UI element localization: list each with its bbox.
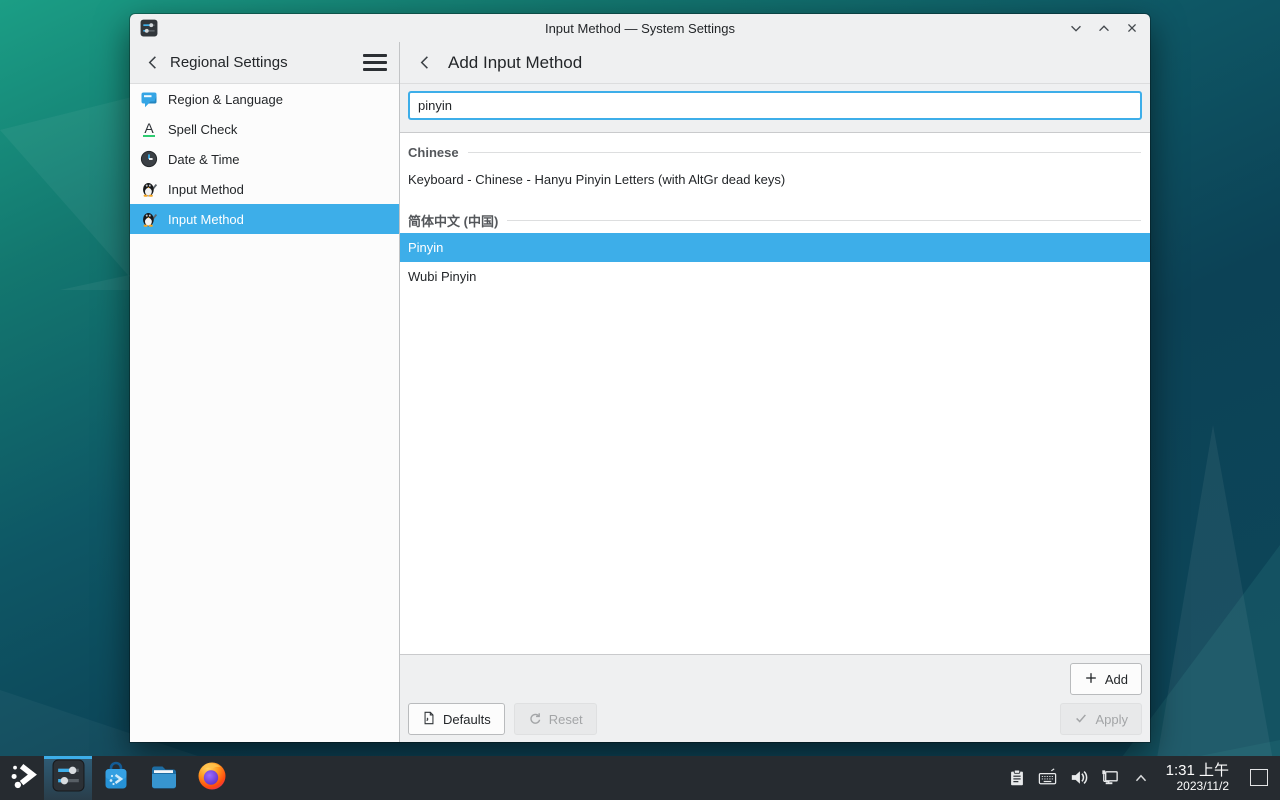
firefox-icon	[196, 760, 228, 797]
sidebar-title: Regional Settings	[170, 54, 288, 71]
clock-date: 2023/11/2	[1166, 780, 1229, 793]
expand-tray-icon[interactable]	[1130, 767, 1152, 789]
show-desktop-button[interactable]	[1250, 769, 1268, 786]
sidebar-item-label: Date & Time	[168, 152, 240, 167]
add-button[interactable]: Add	[1070, 663, 1142, 695]
list-item-keyboard-hanyu-pinyin[interactable]: Keyboard - Chinese - Hanyu Pinyin Letter…	[400, 165, 1150, 194]
input-method-list: Chinese Keyboard - Chinese - Hanyu Pinyi…	[400, 132, 1150, 655]
list-item-pinyin[interactable]: Pinyin	[400, 233, 1150, 262]
application-launcher-icon	[8, 761, 38, 796]
desktop: Input Method — System Settings	[0, 0, 1280, 800]
page-back-button[interactable]	[414, 52, 436, 74]
main-pane: Add Input Method Chinese Keyboard - Chin…	[400, 42, 1150, 742]
list-item-wubi-pinyin[interactable]: Wubi Pinyin	[400, 262, 1150, 291]
defaults-button[interactable]: Defaults	[408, 703, 505, 735]
system-settings-icon	[52, 759, 85, 797]
titlebar[interactable]: Input Method — System Settings	[130, 14, 1150, 42]
section-header-simplified-chinese: 简体中文 (中国)	[400, 207, 1150, 233]
sidebar-list: Region & Language A Spell Check	[130, 84, 399, 742]
section-divider	[507, 220, 1141, 221]
footer: Add Defaults	[400, 655, 1150, 742]
reset-undo-icon	[528, 711, 542, 728]
section-header-chinese: Chinese	[400, 139, 1150, 165]
search-input[interactable]	[408, 91, 1142, 120]
reset-button[interactable]: Reset	[514, 703, 597, 735]
sidebar-item-date-time[interactable]: Date & Time	[130, 144, 399, 174]
region-language-icon	[140, 90, 158, 108]
discover-icon	[100, 760, 132, 797]
dolphin-file-manager-icon	[148, 760, 180, 797]
taskbar-system-settings[interactable]	[44, 756, 92, 800]
sidebar-item-input-method[interactable]: Input Method	[130, 174, 399, 204]
apply-check-icon	[1074, 711, 1088, 728]
input-method-icon	[140, 210, 158, 228]
sidebar-item-label: Region & Language	[168, 92, 283, 107]
taskbar: 1:31 上午 2023/11/2	[0, 756, 1280, 800]
network-icon[interactable]	[1099, 767, 1121, 789]
sidebar-header: Regional Settings	[130, 42, 399, 84]
sidebar-item-spell-check[interactable]: A Spell Check	[130, 114, 399, 144]
date-time-icon	[140, 150, 158, 168]
keyboard-layout-icon[interactable]	[1037, 767, 1059, 789]
application-launcher-button[interactable]	[2, 756, 44, 800]
section-divider	[468, 152, 1141, 153]
menu-icon[interactable]	[363, 52, 387, 74]
minimize-button[interactable]	[1066, 18, 1086, 38]
system-settings-app-icon	[140, 19, 158, 37]
sidebar-item-label: Input Method	[168, 182, 244, 197]
volume-icon[interactable]	[1068, 767, 1090, 789]
spell-check-icon: A	[140, 120, 158, 138]
taskbar-discover[interactable]	[92, 756, 140, 800]
sidebar-back-button[interactable]	[142, 52, 164, 74]
window-title: Input Method — System Settings	[130, 21, 1150, 36]
clock-time: 1:31 上午	[1166, 763, 1229, 780]
taskbar-clock[interactable]: 1:31 上午 2023/11/2	[1166, 763, 1229, 793]
input-method-icon	[140, 180, 158, 198]
clipboard-icon[interactable]	[1006, 767, 1028, 789]
maximize-button[interactable]	[1094, 18, 1114, 38]
close-button[interactable]	[1122, 18, 1142, 38]
sidebar: Regional Settings Regi	[130, 42, 400, 742]
taskbar-dolphin[interactable]	[140, 756, 188, 800]
sidebar-item-label: Spell Check	[168, 122, 237, 137]
system-tray: 1:31 上午 2023/11/2	[1006, 763, 1280, 793]
page-header: Add Input Method	[400, 42, 1150, 84]
system-settings-window: Input Method — System Settings	[130, 14, 1150, 742]
search-area	[400, 84, 1150, 132]
taskbar-firefox[interactable]	[188, 756, 236, 800]
plus-icon	[1084, 671, 1098, 688]
page-title: Add Input Method	[448, 53, 582, 73]
sidebar-item-region-language[interactable]: Region & Language	[130, 84, 399, 114]
apply-button[interactable]: Apply	[1060, 703, 1142, 735]
sidebar-item-input-method-selected[interactable]: Input Method	[130, 204, 399, 234]
sidebar-item-label: Input Method	[168, 212, 244, 227]
defaults-document-icon	[422, 711, 436, 728]
